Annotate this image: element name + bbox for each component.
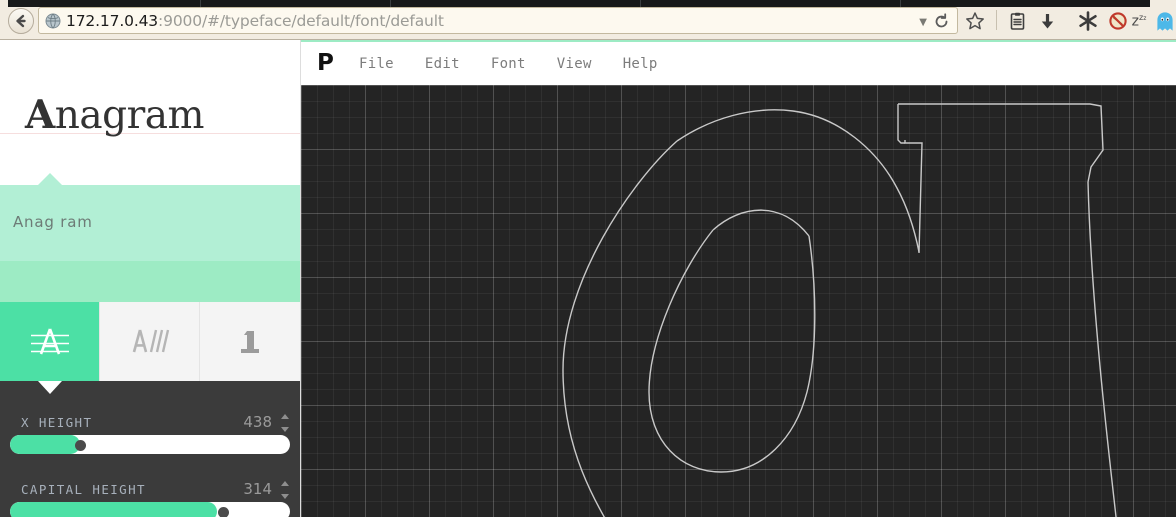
specimen-text: Anag ram xyxy=(13,213,93,231)
slider-x-height[interactable] xyxy=(10,435,290,454)
metrics-controls-panel: X HEIGHT 438 CAPITAL HEIGHT 314 xyxy=(0,381,300,517)
slider-value: 438 xyxy=(243,413,272,431)
url-host: 172.17.0.43 xyxy=(66,11,159,30)
menu-item-view[interactable]: View xyxy=(557,56,592,72)
reader-list-icon[interactable] xyxy=(1004,8,1030,34)
browser-tabstrip[interactable] xyxy=(0,0,1176,7)
slider-thumb-x-height[interactable] xyxy=(75,440,86,451)
letter-a-with-slashes-icon xyxy=(132,329,169,352)
glyph-editor: P File Edit Font View Help xyxy=(300,40,1176,517)
glyph-outline-a[interactable] xyxy=(301,85,1176,517)
url-path: :9000/#/typeface/default/font/default xyxy=(158,11,444,30)
bookmark-star-icon[interactable] xyxy=(962,8,988,34)
tab-separator xyxy=(200,0,201,7)
slider-fill xyxy=(10,435,80,454)
active-tab-pointer-icon xyxy=(38,381,62,394)
browser-chrome: 172.17.0.43:9000/#/typeface/default/font… xyxy=(0,0,1176,40)
app-logo: P xyxy=(317,49,334,76)
address-bar[interactable]: 172.17.0.43:9000/#/typeface/default/font… xyxy=(38,7,958,34)
back-arrow-icon xyxy=(16,14,26,28)
menu-item-edit[interactable]: Edit xyxy=(425,56,460,72)
slider-label: CAPITAL HEIGHT xyxy=(21,482,146,497)
sidebar-tabs xyxy=(0,302,300,381)
menu-bar: P File Edit Font View Help xyxy=(301,40,1176,85)
preview-word-capital: A xyxy=(25,92,55,138)
sidebar-item-contrast[interactable] xyxy=(200,302,300,381)
font-preview-pane: Anagram xyxy=(0,40,300,185)
sidebar-item-metrics[interactable] xyxy=(0,302,100,381)
specimen-notch-icon xyxy=(38,173,62,185)
url-text: 172.17.0.43:9000/#/typeface/default/font… xyxy=(66,12,444,30)
tab-strip-edge xyxy=(0,0,8,7)
globe-icon xyxy=(45,13,61,28)
stepper-decrement-icon[interactable] xyxy=(281,427,289,432)
stepper-capital-height[interactable] xyxy=(280,481,290,499)
stepper-increment-icon[interactable] xyxy=(281,414,289,419)
toolbar-divider xyxy=(996,10,997,30)
menu-item-file[interactable]: File xyxy=(359,56,394,72)
tab-separator xyxy=(640,0,641,7)
download-arrow-icon[interactable] xyxy=(1034,8,1060,34)
letter-a-with-metric-lines-icon xyxy=(30,328,69,354)
typeface-application: Anagram Anag ram X HEIGHT 438 CAPITAL HE… xyxy=(0,40,1176,517)
slider-label: X HEIGHT xyxy=(21,415,93,430)
snowflake-icon[interactable] xyxy=(1075,8,1101,34)
tab-strip-edge xyxy=(1150,0,1176,7)
stepper-increment-icon[interactable] xyxy=(281,481,289,486)
back-button[interactable] xyxy=(8,8,34,34)
menu-item-font[interactable]: Font xyxy=(491,56,526,72)
sidebar-item-weights[interactable] xyxy=(100,302,200,381)
sidebar: Anagram Anag ram X HEIGHT 438 CAPITAL HE… xyxy=(0,40,300,517)
stepper-decrement-icon[interactable] xyxy=(281,494,289,499)
glyph-canvas[interactable] xyxy=(301,85,1176,517)
weight-block-icon xyxy=(241,330,259,353)
specimen-footer-band xyxy=(0,261,300,302)
tab-separator xyxy=(390,0,391,7)
stepper-x-height[interactable] xyxy=(280,414,290,432)
preview-word-rest: nagram xyxy=(54,93,205,138)
chevron-down-icon[interactable]: ▼ xyxy=(919,17,927,28)
reload-icon[interactable] xyxy=(933,13,950,30)
slider-fill xyxy=(10,502,218,517)
slider-thumb-capital-height[interactable] xyxy=(218,507,229,517)
slider-value: 314 xyxy=(243,480,272,498)
tab-separator xyxy=(900,0,901,7)
sleep-zzz-icon[interactable]: zzz xyxy=(1128,8,1150,34)
specimen-panel[interactable]: Anag ram xyxy=(0,185,300,261)
menu-item-help[interactable]: Help xyxy=(623,56,658,72)
slider-capital-height[interactable] xyxy=(10,502,290,517)
preview-word: Anagram xyxy=(25,93,205,138)
ghost-extension-icon[interactable] xyxy=(1152,8,1176,34)
